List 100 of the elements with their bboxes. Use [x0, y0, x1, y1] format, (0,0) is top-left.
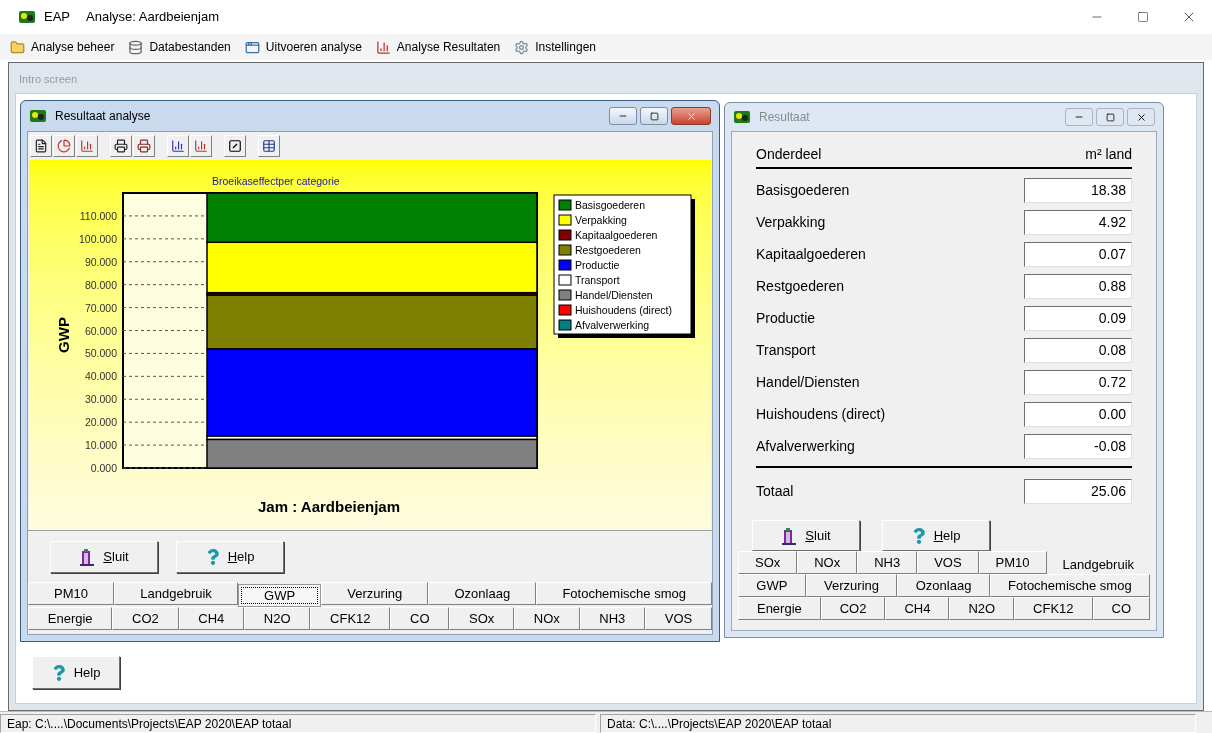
tab[interactable]: N2O [949, 597, 1015, 620]
minimize-button[interactable] [609, 107, 637, 125]
tab[interactable]: CH4 [178, 607, 245, 630]
y-tick-label: 40.000 [84, 370, 117, 383]
folder-icon [10, 39, 25, 55]
printer-button[interactable] [133, 135, 155, 157]
gears-icon [514, 39, 530, 55]
row-label: Transport [756, 340, 816, 360]
close-icon [1135, 111, 1147, 123]
tab[interactable]: CO [1092, 597, 1150, 620]
tab[interactable]: Fotochemische smog [536, 582, 713, 605]
help-button[interactable]: Help [176, 540, 284, 573]
bar-chart-button[interactable] [76, 135, 98, 157]
table-button[interactable] [258, 135, 280, 157]
y-tick-label: 0.000 [90, 462, 117, 474]
legend-label: Handel/Diensten [575, 289, 653, 301]
tab[interactable]: Verzuring [805, 574, 898, 597]
legend-label: Restgoederen [575, 244, 641, 256]
y-tick-label: 10.000 [84, 439, 117, 452]
contrast-button[interactable] [224, 135, 246, 157]
minimize-button[interactable] [1065, 108, 1093, 126]
value-field: 18.38 [1024, 177, 1132, 203]
tab[interactable]: PM10 [978, 551, 1047, 574]
menu-item[interactable]: Databestanden [128, 38, 231, 56]
document-button[interactable] [30, 135, 52, 157]
y-axis-label: GWP [55, 317, 72, 353]
bar-chart-icon [194, 139, 208, 153]
legend-label: Transport [575, 274, 620, 286]
maximize-icon [649, 111, 659, 121]
tab[interactable]: NH3 [579, 607, 646, 630]
bar-chart-button[interactable] [190, 135, 212, 157]
close-button[interactable]: Sluit [752, 520, 860, 551]
tab[interactable]: NOx [514, 607, 580, 630]
database-icon [128, 39, 144, 55]
row-label: Verpakking [756, 212, 826, 232]
chart-title: Broeikaseffectper categorie [212, 175, 340, 187]
tab[interactable]: CO [390, 607, 450, 630]
menu-item[interactable]: Instellingen [514, 38, 596, 56]
tab[interactable]: N2O [244, 607, 311, 630]
tab[interactable]: SOx [738, 551, 798, 574]
tab[interactable]: CO2 [820, 597, 886, 620]
tab[interactable]: NOx [797, 551, 858, 574]
tab[interactable]: CO2 [112, 607, 179, 630]
tab[interactable]: CFK12 [1014, 597, 1093, 620]
row-label: Restgoederen [756, 276, 844, 296]
bar-chart-button[interactable] [167, 135, 189, 157]
row-label: Productie [756, 308, 816, 328]
tab[interactable]: CH4 [885, 597, 950, 620]
value-field: 0.08 [1024, 337, 1132, 363]
printer-icon [114, 139, 128, 153]
row-label: Handel/Diensten [756, 372, 860, 392]
row-label: Basisgoederen [756, 180, 850, 200]
window-title: Analyse: Aardbeienjam [86, 8, 219, 27]
total-field: 25.06 [1024, 478, 1132, 504]
tab[interactable]: VOS [645, 607, 713, 630]
y-tick-label: 80.000 [84, 278, 117, 291]
menu-item[interactable]: Uitvoeren analyse [244, 38, 362, 56]
total-label: Totaal [756, 481, 794, 501]
tab[interactable]: PM10 [28, 582, 115, 605]
tab[interactable]: CFK12 [310, 607, 391, 630]
y-tick-label: 30.000 [84, 393, 117, 406]
y-tick-label: 110.000 [79, 209, 117, 222]
tab[interactable]: Fotochemische smog [989, 574, 1150, 597]
menu-item[interactable]: Analyse beheer [10, 38, 115, 56]
row-label: Kapitaalgoederen [756, 244, 866, 264]
help-button[interactable]: Help [32, 656, 120, 689]
tab[interactable]: Landgebruik [114, 582, 238, 605]
close-button[interactable] [1127, 108, 1155, 126]
y-tick-label: 60.000 [84, 324, 117, 337]
app-name: EAP [44, 8, 70, 27]
y-tick-label: 20.000 [84, 416, 117, 429]
tab[interactable]: Energie [738, 597, 821, 620]
maximize-button[interactable] [640, 107, 668, 125]
window-icon [244, 39, 260, 55]
tab[interactable]: NH3 [857, 551, 918, 574]
close-button[interactable]: Sluit [50, 540, 158, 573]
printer-button[interactable] [110, 135, 132, 157]
close-button[interactable] [671, 107, 711, 125]
menu-item[interactable]: Analyse Resultaten [375, 38, 501, 56]
tab[interactable]: GWP [738, 574, 806, 597]
bar-chart-icon [171, 139, 185, 153]
tab[interactable]: SOx [449, 607, 515, 630]
help-button[interactable]: Help [882, 520, 990, 551]
close-icon [685, 110, 697, 122]
window-title: Resultaat analyse [55, 108, 151, 125]
status-pane: Data: C:\....\Projects\EAP 2020\EAP totaal [600, 714, 1196, 733]
tab[interactable]: GWP [237, 584, 322, 607]
bar-chart-icon [80, 139, 94, 153]
status-pane: Eap: C:\....\Documents\Projects\EAP 2020\EAP totaal [0, 714, 596, 733]
help-icon [205, 548, 220, 565]
row-label: Huishoudens (direct) [756, 404, 886, 424]
tab[interactable]: Ozonlaag [428, 582, 537, 605]
tab[interactable]: Verzuring [321, 582, 429, 605]
tab[interactable]: Ozonlaag [897, 574, 990, 597]
tab[interactable]: Energie [28, 607, 113, 630]
help-icon [51, 664, 66, 681]
exit-icon [781, 526, 798, 545]
tab[interactable]: VOS [917, 551, 979, 574]
pie-chart-button[interactable] [53, 135, 75, 157]
maximize-button[interactable] [1096, 108, 1124, 126]
